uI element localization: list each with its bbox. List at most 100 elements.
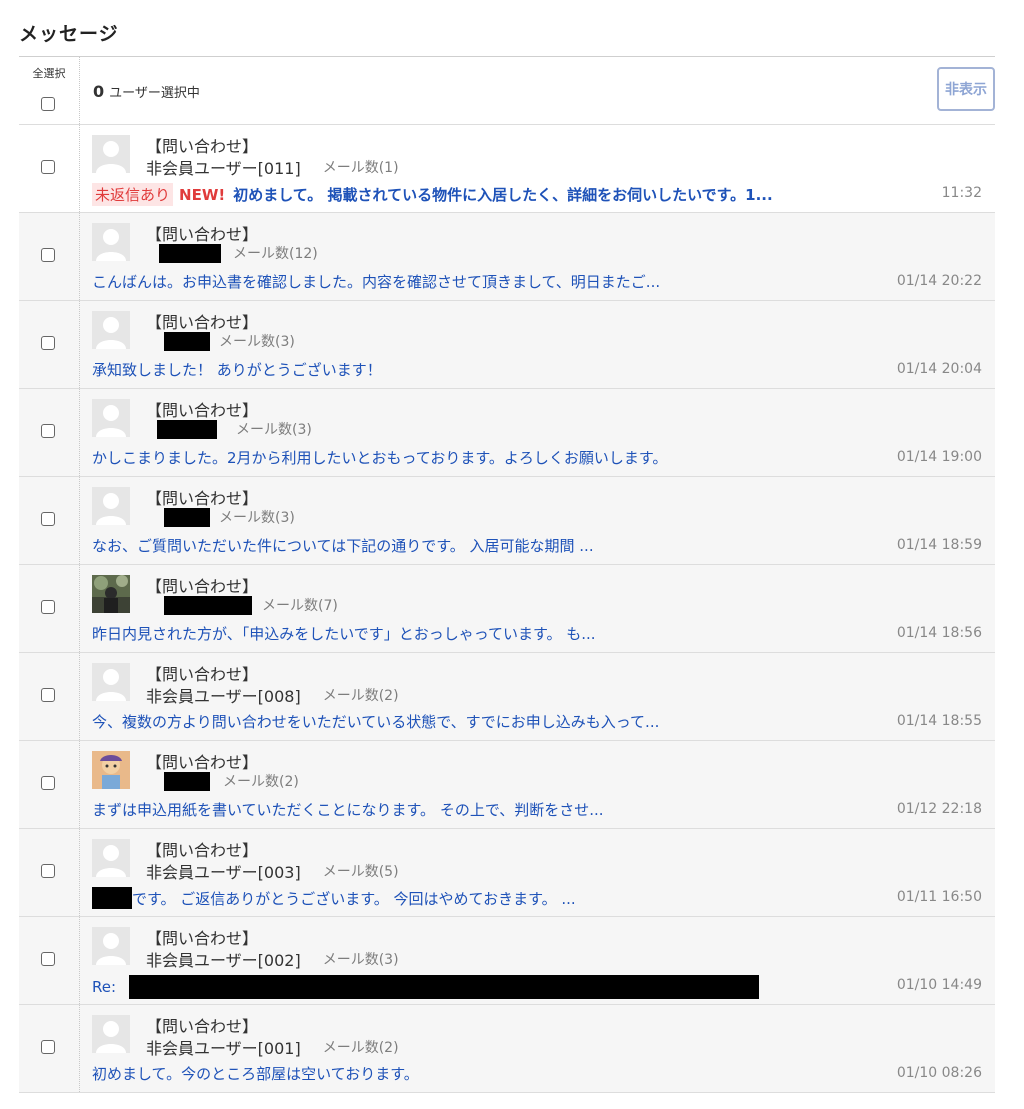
photo-avatar-icon [92, 575, 130, 613]
message-row[interactable]: 【問い合わせ】 メール数(3) 承知致しました！ ありがとうございます！ 01/… [19, 301, 995, 389]
sender-name: 非会員ユーザー[008] [146, 687, 301, 706]
message-row[interactable]: 【問い合わせ】 非会員ユーザー[011] メール数(1) 未返信あり NEW! 初めま… [19, 125, 995, 213]
inquiry-tag: 【問い合わせ】 [146, 489, 259, 508]
mail-count: メール数(2) [322, 1040, 399, 1056]
checkbox-column [19, 565, 80, 652]
sender-line: 非会員ユーザー[003] メール数(5) [146, 859, 399, 883]
message-preview[interactable]: 昨日内見された方が、「申込みをしたいです」とおっしゃっています。 も... [92, 623, 912, 644]
inquiry-tag: 【問い合わせ】 [146, 137, 259, 156]
default-avatar-icon [92, 927, 130, 965]
sender-line: メール数(12) [146, 243, 318, 263]
new-badge: NEW! [179, 185, 226, 204]
default-avatar-icon [92, 487, 130, 525]
message-row[interactable]: 【問い合わせ】 非会員ユーザー[002] メール数(3) Re: 01/10 14… [19, 917, 995, 1005]
checkbox-column [19, 917, 80, 1004]
message-preview[interactable]: かしこまりました。2月から利用したいとおもっております。よろしくお願いします。 [92, 447, 912, 468]
mail-count: メール数(3) [219, 510, 295, 526]
message-preview[interactable]: 今、複数の方より問い合わせをいただいている状態で、すでにお申し込みも入って... [92, 711, 912, 732]
message-row[interactable]: 【問い合わせ】 メール数(3) なお、ご質問いただいた件については下記の通りです… [19, 477, 995, 565]
message-preview[interactable]: 未返信あり NEW! 初めまして。 掲載されている物件に入居したく、詳細をお伺いした… [92, 183, 912, 206]
row-checkbox[interactable] [41, 776, 55, 790]
row-checkbox[interactable] [41, 160, 55, 174]
row-checkbox[interactable] [41, 600, 55, 614]
inquiry-tag: 【問い合わせ】 [146, 577, 259, 596]
inquiry-tag: 【問い合わせ】 [146, 753, 259, 772]
sender-name: 非会員ユーザー[002] [146, 951, 301, 970]
redacted-sender-name [164, 331, 210, 351]
message-row[interactable]: 【問い合わせ】 メール数(12) こんばんは。お申込書を確認しました。内容を確認… [19, 213, 995, 301]
unreplied-badge: 未返信あり [92, 183, 174, 206]
checkbox-column: 全選択 [19, 57, 80, 124]
message-preview[interactable]: です。 ご返信ありがとうございます。 今回はやめておきます。 ... [92, 887, 912, 909]
sender-line: メール数(2) [146, 771, 299, 791]
checkbox-column [19, 653, 80, 740]
inquiry-tag: 【問い合わせ】 [146, 225, 259, 244]
default-avatar-icon [92, 1015, 130, 1053]
redacted-sender-name [157, 419, 217, 439]
hide-button[interactable]: 非表示 [937, 67, 995, 111]
message-row[interactable]: 【問い合わせ】 メール数(3) かしこまりました。2月から利用したいとおもってお… [19, 389, 995, 477]
sender-line: 非会員ユーザー[008] メール数(2) [146, 683, 399, 707]
default-avatar-icon [92, 223, 130, 261]
message-time: 01/14 19:00 [896, 449, 982, 465]
row-checkbox[interactable] [41, 336, 55, 350]
message-row[interactable]: 【問い合わせ】 非会員ユーザー[008] メール数(2) 今、複数の方より問い合わ… [19, 653, 995, 741]
row-checkbox[interactable] [41, 864, 55, 878]
row-checkbox[interactable] [41, 1040, 55, 1054]
mail-count: メール数(7) [262, 598, 338, 614]
checkbox-column [19, 741, 80, 828]
row-checkbox[interactable] [41, 688, 55, 702]
default-avatar-icon [92, 311, 130, 349]
row-checkbox[interactable] [41, 248, 55, 262]
redacted-preview-text [129, 975, 760, 999]
message-time: 01/14 18:55 [896, 713, 982, 729]
preview-text: です。 ご返信ありがとうございます。 今回はやめておきます。 ... [132, 889, 576, 908]
sender-name: 非会員ユーザー[001] [146, 1039, 301, 1058]
redacted-sender-name [164, 507, 210, 527]
mail-count: メール数(2) [223, 774, 299, 790]
redacted-preview-name [92, 887, 132, 909]
checkbox-column [19, 1005, 80, 1092]
message-row[interactable]: 【問い合わせ】 メール数(7) 昨日内見された方が、「申込みをしたいです」とおっ… [19, 565, 995, 653]
preview-text: まずは申込用紙を書いていただくことになります。 その上で、判断をさせ... [92, 801, 604, 819]
preview-text: 初めまして。今のところ部屋は空いております。 [92, 1065, 419, 1083]
mail-count: メール数(3) [236, 422, 312, 438]
message-preview[interactable]: 初めまして。今のところ部屋は空いております。 [92, 1063, 912, 1084]
mail-count: メール数(3) [322, 952, 399, 968]
default-avatar-icon [92, 135, 130, 173]
messages-page: メッセージ 全選択 0 ユーザー選択中 非表示 【問い合わせ】 非会員ユーザー[0… [0, 0, 1024, 1109]
message-list: 全選択 0 ユーザー選択中 非表示 【問い合わせ】 非会員ユーザー[011] メール… [19, 56, 995, 1093]
default-avatar-icon [92, 663, 130, 701]
sender-line: メール数(3) [146, 331, 295, 351]
checkbox-column [19, 829, 80, 916]
row-checkbox[interactable] [41, 952, 55, 966]
sender-name: 非会員ユーザー[011] [146, 159, 301, 178]
message-preview[interactable]: なお、ご質問いただいた件については下記の通りです。 入居可能な期間 ... [92, 535, 912, 556]
mail-count: メール数(12) [233, 246, 318, 262]
select-all-checkbox[interactable] [41, 97, 55, 111]
page-title: メッセージ [19, 23, 119, 45]
preview-text: なお、ご質問いただいた件については下記の通りです。 入居可能な期間 ... [92, 537, 594, 555]
row-checkbox[interactable] [41, 424, 55, 438]
message-preview[interactable]: こんばんは。お申込書を確認しました。内容を確認させて頂きまして、明日またご... [92, 271, 912, 292]
message-time: 01/14 20:04 [896, 361, 982, 377]
inquiry-tag: 【問い合わせ】 [146, 929, 259, 948]
row-checkbox[interactable] [41, 512, 55, 526]
selection-count: 0 ユーザー選択中 [93, 82, 200, 101]
message-row[interactable]: 【問い合わせ】 メール数(2) まずは申込用紙を書いていただくことになります。 … [19, 741, 995, 829]
message-preview[interactable]: Re: [92, 975, 912, 999]
list-header: 全選択 0 ユーザー選択中 非表示 [19, 57, 995, 125]
illustration-avatar-icon [92, 751, 130, 789]
message-preview[interactable]: 承知致しました！ ありがとうございます！ [92, 359, 912, 380]
message-time: 01/10 08:26 [896, 1065, 982, 1081]
preview-text: かしこまりました。2月から利用したいとおもっております。よろしくお願いします。 [92, 449, 668, 467]
checkbox-column [19, 125, 80, 212]
message-row[interactable]: 【問い合わせ】 非会員ユーザー[003] メール数(5) です。 ご返信ありがとう… [19, 829, 995, 917]
message-time: 11:32 [941, 185, 982, 201]
checkbox-column [19, 213, 80, 300]
message-row[interactable]: 【問い合わせ】 非会員ユーザー[001] メール数(2) 初めまして。今のところ部… [19, 1005, 995, 1093]
message-preview[interactable]: まずは申込用紙を書いていただくことになります。 その上で、判断をさせ... [92, 799, 912, 820]
inquiry-tag: 【問い合わせ】 [146, 841, 259, 860]
message-time: 01/11 16:50 [896, 889, 982, 905]
default-avatar-icon [92, 399, 130, 437]
